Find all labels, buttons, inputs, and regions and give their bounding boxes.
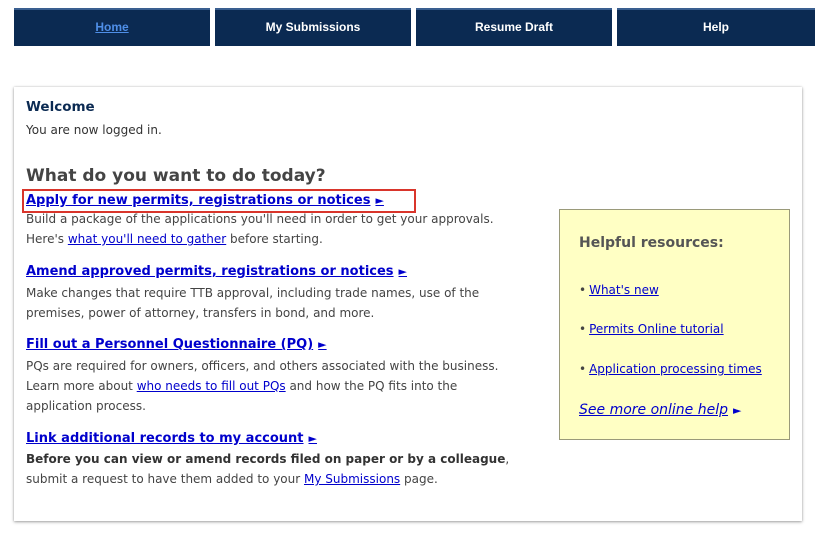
whats-new-link[interactable]: What's new (589, 283, 659, 297)
bullet-icon: • (579, 362, 587, 376)
bullet-icon: • (579, 322, 587, 336)
arrow-right-icon: ► (308, 432, 317, 445)
link-records-desc-line2-pre: submit a request to have them added to y… (26, 472, 304, 486)
tab-my-submissions-label: My Submissions (265, 20, 361, 34)
amend-desc-line2: premises, power of attorney, transfers i… (26, 306, 375, 320)
pq-desc-line2-post: and how the PQ fits into the (285, 379, 458, 393)
arrow-right-icon: ► (318, 338, 327, 351)
amend-description: Make changes that require TTB approval, … (26, 283, 479, 323)
pq-desc-line3: application process. (26, 399, 146, 413)
pq-desc-line2: Learn more about who needs to fill out P… (26, 376, 498, 396)
apply-description: Build a package of the applications you'… (26, 209, 494, 249)
tab-resume-draft-label: Resume Draft (474, 20, 554, 34)
helpful-resources-box: Helpful resources: • What's new • Permits … (559, 209, 790, 440)
resource-item-tutorial: • Permits Online tutorial (579, 322, 724, 336)
top-nav: Home My Submissions Resume Draft Help (14, 8, 815, 46)
application-processing-times-link[interactable]: Application processing times (589, 362, 762, 376)
tab-home[interactable]: Home (14, 8, 210, 46)
tab-help-label: Help (702, 20, 729, 34)
fill-out-pq-label: Fill out a Personnel Questionnaire (PQ) (26, 337, 314, 352)
apply-desc-line2: Here's what you'll need to gather before… (26, 229, 494, 249)
resource-item-whats-new: • What's new (579, 283, 659, 297)
apply-desc-line2-post: before starting. (226, 232, 323, 246)
apply-desc-line1: Build a package of the applications you'… (26, 212, 494, 226)
link-records-desc-line2-post: page. (400, 472, 438, 486)
my-submissions-link[interactable]: My Submissions (304, 472, 400, 486)
page-question: What do you want to do today? (26, 166, 326, 186)
who-needs-pqs-link[interactable]: who needs to fill out PQs (137, 379, 286, 393)
apply-new-permits-link[interactable]: Apply for new permits, registrations or … (26, 193, 384, 208)
welcome-title: Welcome (26, 99, 95, 115)
amend-desc-line1: Make changes that require TTB approval, … (26, 286, 480, 300)
pq-description: PQs are required for owners, officers, a… (26, 356, 498, 416)
permits-online-tutorial-link[interactable]: Permits Online tutorial (589, 322, 724, 336)
welcome-message: You are now logged in. (26, 123, 162, 137)
fill-out-pq-link[interactable]: Fill out a Personnel Questionnaire (PQ) ► (26, 337, 327, 352)
tab-help[interactable]: Help (617, 8, 815, 46)
apply-new-permits-label: Apply for new permits, registrations or … (26, 193, 371, 208)
see-more-online-help-link[interactable]: See more online help ► (579, 402, 741, 418)
apply-desc-line2-pre: Here's (26, 232, 68, 246)
link-additional-records-link[interactable]: Link additional records to my account ► (26, 431, 317, 446)
arrow-right-icon: ► (398, 265, 408, 278)
tab-home-label: Home (95, 20, 129, 34)
link-records-desc-bold: Before you can view or amend records fil… (26, 452, 506, 466)
helpful-resources-title: Helpful resources: (579, 235, 724, 251)
tab-my-submissions[interactable]: My Submissions (215, 8, 411, 46)
amend-approved-permits-link[interactable]: Amend approved permits, registrations or… (26, 264, 407, 279)
resource-item-processing-times: • Application processing times (579, 362, 762, 376)
see-more-online-help-label: See more online help (579, 402, 729, 418)
link-records-desc-line2: submit a request to have them added to y… (26, 469, 509, 489)
arrow-right-icon: ► (375, 194, 384, 207)
tab-resume-draft[interactable]: Resume Draft (416, 8, 612, 46)
pq-desc-line1: PQs are required for owners, officers, a… (26, 359, 499, 373)
main-panel: Welcome You are now logged in. What do y… (14, 87, 802, 521)
arrow-right-icon: ► (733, 404, 742, 417)
link-records-desc-line1-post: , (505, 452, 510, 466)
bullet-icon: • (579, 283, 587, 297)
amend-approved-permits-label: Amend approved permits, registrations or… (26, 264, 394, 279)
link-records-desc-line1: Before you can view or amend records fil… (26, 449, 509, 469)
what-youll-need-link[interactable]: what you'll need to gather (68, 232, 226, 246)
link-records-description: Before you can view or amend records fil… (26, 449, 509, 489)
pq-desc-line2-pre: Learn more about (26, 379, 137, 393)
link-additional-records-label: Link additional records to my account (26, 431, 304, 446)
